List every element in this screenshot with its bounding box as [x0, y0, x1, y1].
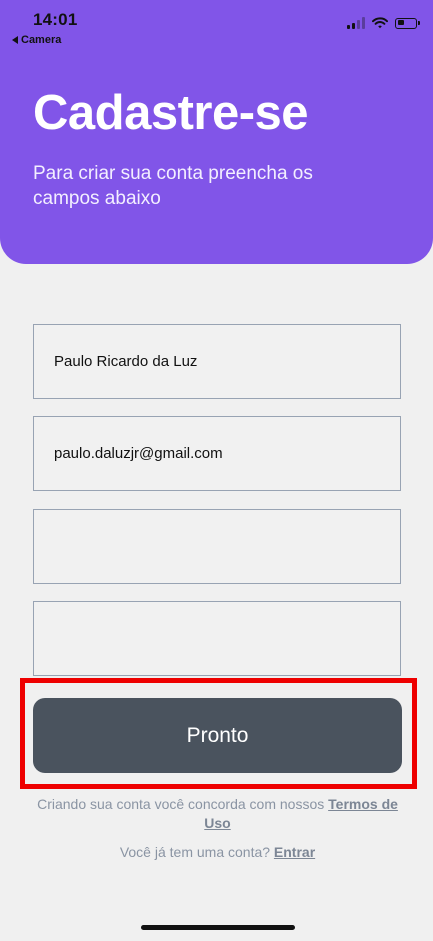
status-time: 14:01 — [33, 10, 78, 29]
page-subtitle: Para criar sua conta preencha os campos … — [33, 163, 313, 209]
terms-notice: Criando sua conta você concorda com noss… — [33, 795, 402, 833]
password-field[interactable] — [33, 509, 401, 584]
submit-button[interactable]: Pronto — [33, 698, 402, 773]
page-title: Cadastre-se — [33, 86, 309, 140]
back-to-camera-link[interactable]: Camera — [12, 34, 61, 46]
home-indicator[interactable] — [141, 925, 295, 930]
back-label: Camera — [21, 34, 62, 46]
email-field[interactable] — [33, 416, 401, 491]
login-prompt: Você já tem uma conta? Entrar — [33, 843, 402, 862]
login-text: Você já tem uma conta? — [119, 844, 271, 860]
status-icons — [347, 17, 420, 29]
back-arrow-icon — [12, 36, 18, 44]
name-field[interactable] — [33, 324, 401, 399]
confirm-password-field[interactable] — [33, 601, 401, 676]
login-link[interactable]: Entrar — [274, 844, 315, 860]
signup-screen: 14:01 Camera Cadastre-se Para criar sua … — [0, 0, 433, 941]
terms-text: Criando sua conta você concorda com noss… — [37, 796, 325, 812]
battery-icon — [395, 17, 420, 29]
signal-icon — [347, 17, 365, 29]
wifi-icon — [372, 17, 388, 29]
